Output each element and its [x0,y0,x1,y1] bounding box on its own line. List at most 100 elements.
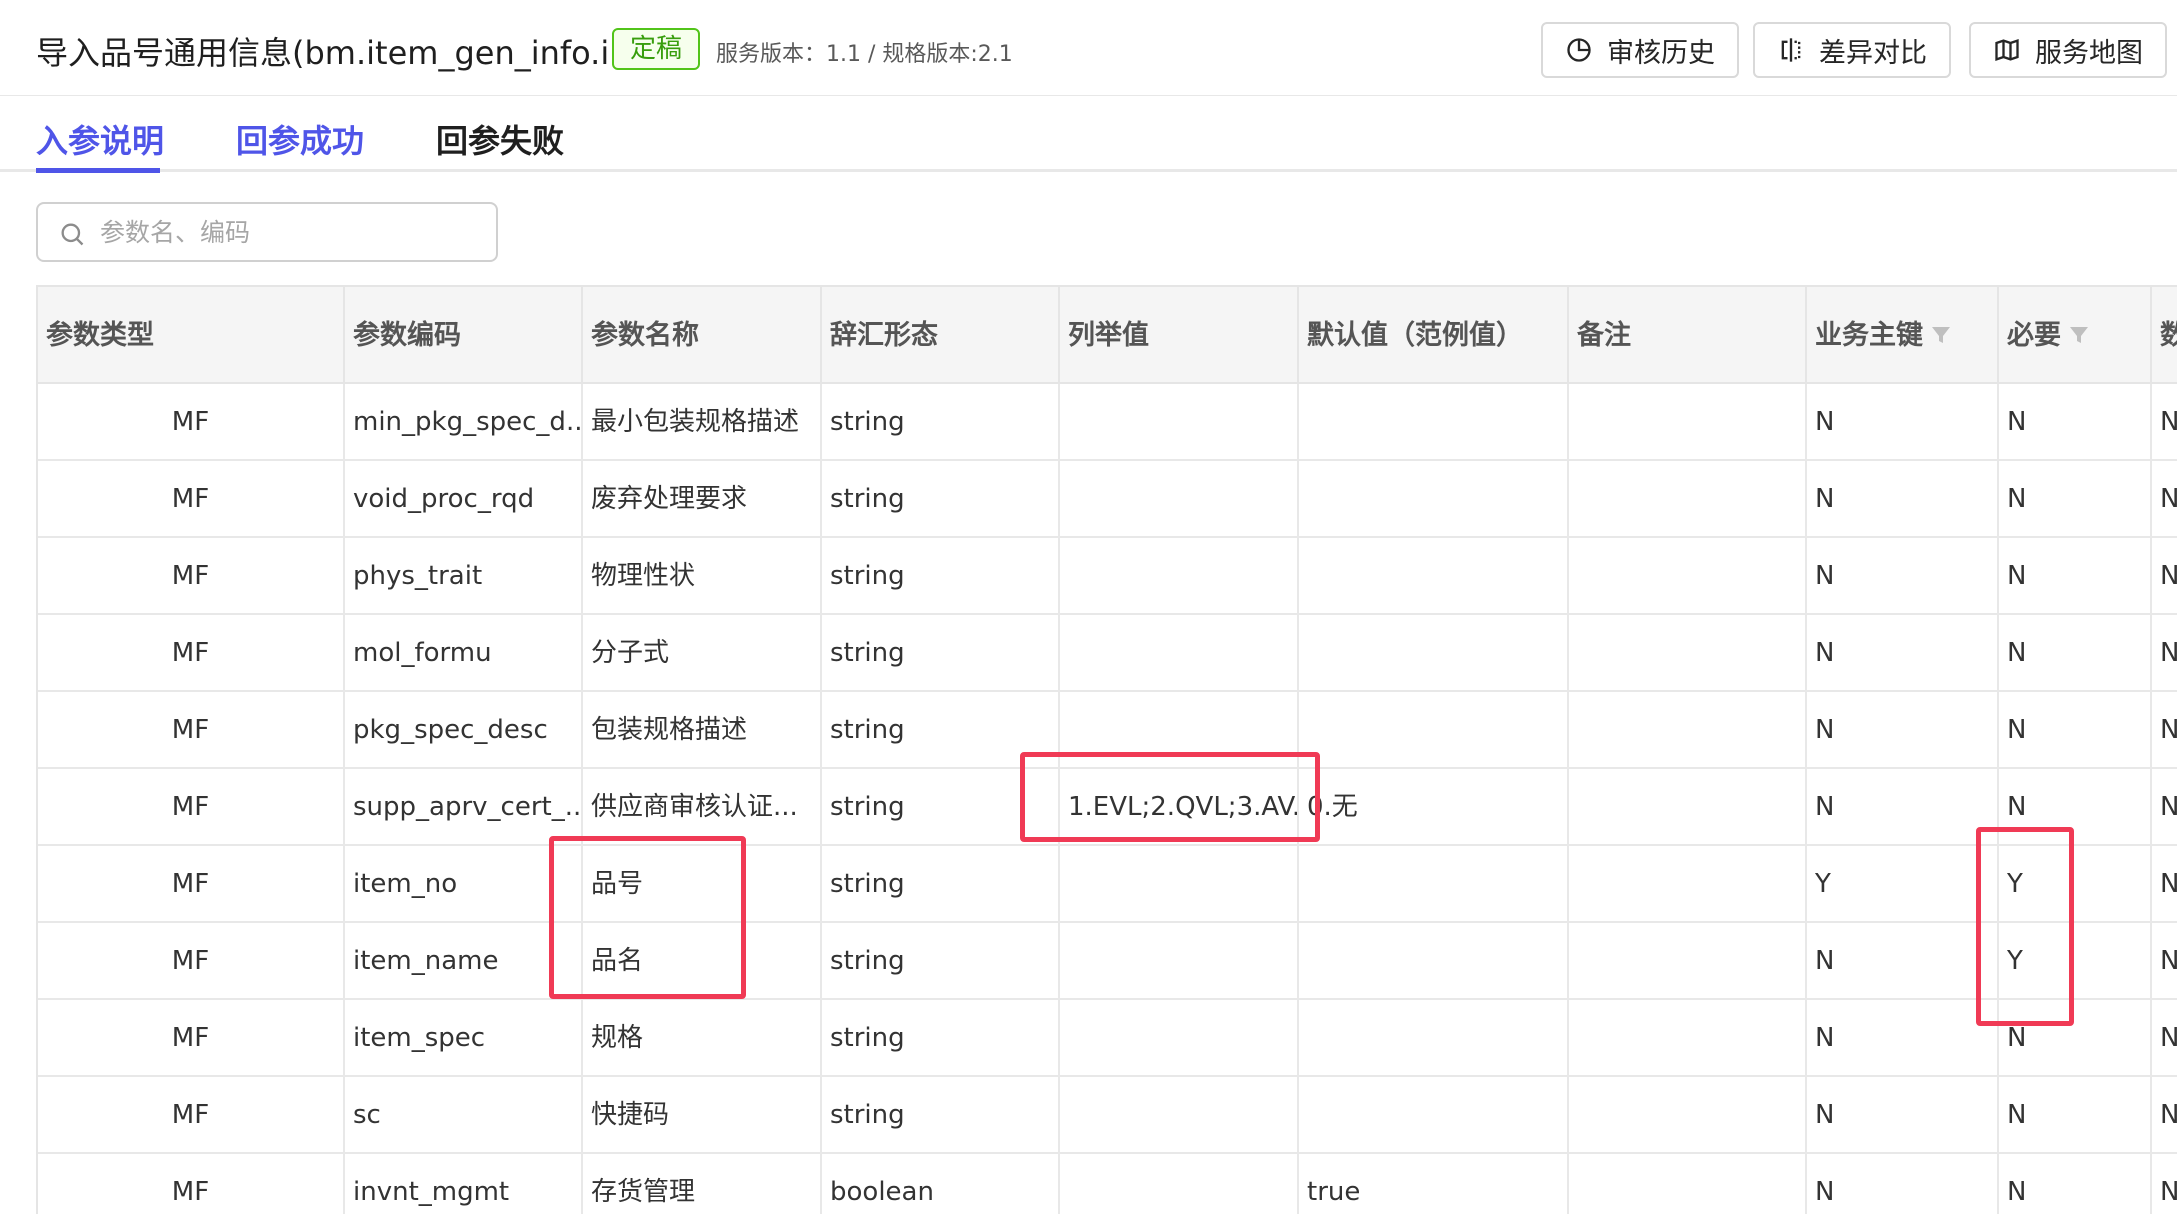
tab-input-params[interactable]: 入参说明 [36,116,164,162]
cell-param-code: pkg_spec_desc [345,692,583,769]
cell-param-name: 存货管理 [583,1154,822,1214]
cell-truncated: N [2152,615,2177,692]
search-icon [61,223,84,246]
page-header: 导入品号通用信息(bm.item_gen_info.i... 定稿 服务版本：1… [0,0,2177,96]
cell-default-value [1299,538,1569,615]
cell-param-type: MF [38,692,345,769]
filter-icon[interactable] [2067,323,2091,347]
service-map-label: 服务地图 [2035,37,2143,68]
cell-param-name: 品号 [583,846,822,923]
search-input[interactable] [100,210,480,254]
cell-param-type: MF [38,461,345,538]
cell-remark [1569,1077,1807,1154]
tab-return-failure[interactable]: 回参失败 [436,116,564,162]
table-row[interactable]: MF supp_aprv_cert_... 供应商审核认证... string 1.EV… [38,769,2177,846]
cell-truncated: N [2152,1077,2177,1154]
service-map-button[interactable]: 服务地图 [1969,22,2167,78]
cell-param-type: MF [38,538,345,615]
cell-truncated: N [2152,846,2177,923]
search-box[interactable] [36,202,498,262]
cell-enum-values [1060,1077,1299,1154]
cell-required: Y [1999,846,2152,923]
cell-truncated: N [2152,384,2177,461]
cell-required: N [1999,384,2152,461]
audit-history-button[interactable]: 审核历史 [1541,22,1739,78]
cell-business-key: N [1807,692,1999,769]
cell-business-key: N [1807,769,1999,846]
table-row[interactable]: MFitem_no品号stringYYN [38,846,2177,923]
cell-param-code: sc [345,1077,583,1154]
table-row[interactable]: MFitem_name品名string NYN [38,923,2177,1000]
cell-required: N [1999,615,2152,692]
cell-required: N [1999,692,2152,769]
map-icon [1995,39,2019,61]
cell-param-name: 最小包装规格描述 [583,384,822,461]
cell-vocab-form: string [822,769,1060,846]
cell-param-code: invnt_mgmt [345,1154,583,1214]
cell-truncated: N [2152,923,2177,1000]
cell-truncated: N [2152,538,2177,615]
cell-required: N [1999,769,2152,846]
table-row[interactable]: MFitem_spec规格stringNNN [38,1000,2177,1077]
cell-param-type: MF [38,384,345,461]
cell-enum-values [1060,461,1299,538]
table-row[interactable]: MFphys_trait物理性状stringNNN [38,538,2177,615]
cell-vocab-form: string [822,923,1060,1000]
cell-default-value [1299,1000,1569,1077]
cell-enum-values [1060,615,1299,692]
diff-compare-button[interactable]: 差异对比 [1753,22,1951,78]
cell-param-name: 快捷码 [583,1077,822,1154]
table-row[interactable]: MFmol_formu分子式stringNNN [38,615,2177,692]
cell-remark [1569,461,1807,538]
table-header: 参数类型 参数编码 参数名称 辞汇形态 列举值 默认值（范例值） 备注 业务主键… [38,287,2177,384]
cell-enum-values [1060,692,1299,769]
col-param-type: 参数类型 [38,287,345,384]
cell-param-type: MF [38,1154,345,1214]
cell-business-key: N [1807,1077,1999,1154]
cell-required: N [1999,538,2152,615]
col-remark: 备注 [1569,287,1807,384]
table-row[interactable]: MFvoid_proc_rqd废弃处理要求stringNNN [38,461,2177,538]
table-row[interactable]: MFinvnt_mgmt存货管理booleantrueNNN [38,1154,2177,1214]
col-vocab-form: 辞汇形态 [822,287,1060,384]
cell-enum-values [1060,1000,1299,1077]
cell-enum-values [1060,1154,1299,1214]
col-param-code: 参数编码 [345,287,583,384]
cell-truncated: N [2152,461,2177,538]
cell-param-code: min_pkg_spec_d... [345,384,583,461]
cell-param-name: 物理性状 [583,538,822,615]
col-required: 必要 [1999,287,2152,384]
col-param-name: 参数名称 [583,287,822,384]
cell-required: N [1999,461,2152,538]
col-enum-values: 列举值 [1060,287,1299,384]
table-row[interactable]: MFmin_pkg_spec_d...最小包装规格描述stringNNN [38,384,2177,461]
tab-return-success[interactable]: 回参成功 [236,116,364,162]
filter-icon[interactable] [1929,323,1953,347]
cell-remark [1569,1000,1807,1077]
cell-remark [1569,384,1807,461]
cell-param-type: MF [38,615,345,692]
cell-business-key: N [1807,1000,1999,1077]
active-tab-indicator [36,168,160,173]
cell-vocab-form: string [822,846,1060,923]
table-row[interactable]: MFpkg_spec_desc包装规格描述stringNNN [38,692,2177,769]
cell-default-value [1299,846,1569,923]
cell-default-value [1299,692,1569,769]
cell-business-key: N [1807,615,1999,692]
cell-remark [1569,538,1807,615]
compare-icon [1781,38,1801,62]
status-badge: 定稿 [612,28,701,70]
cell-default-value [1299,461,1569,538]
cell-vocab-form: string [822,692,1060,769]
cell-default-value [1299,923,1569,1000]
cell-default-value [1299,384,1569,461]
cell-default-value: true [1299,1154,1569,1214]
cell-business-key: Y [1807,846,1999,923]
cell-truncated: N [2152,1000,2177,1077]
table-row[interactable]: MFsc快捷码stringNNN [38,1077,2177,1154]
cell-param-type: MF [38,923,345,1000]
col-business-key-label: 业务主键 [1815,320,1923,351]
version-info: 服务版本：1.1 / 规格版本:2.1 [716,42,1013,67]
cell-vocab-form: string [822,461,1060,538]
cell-enum-values: 1.EVL;2.QVL;3.AV... [1060,769,1299,846]
